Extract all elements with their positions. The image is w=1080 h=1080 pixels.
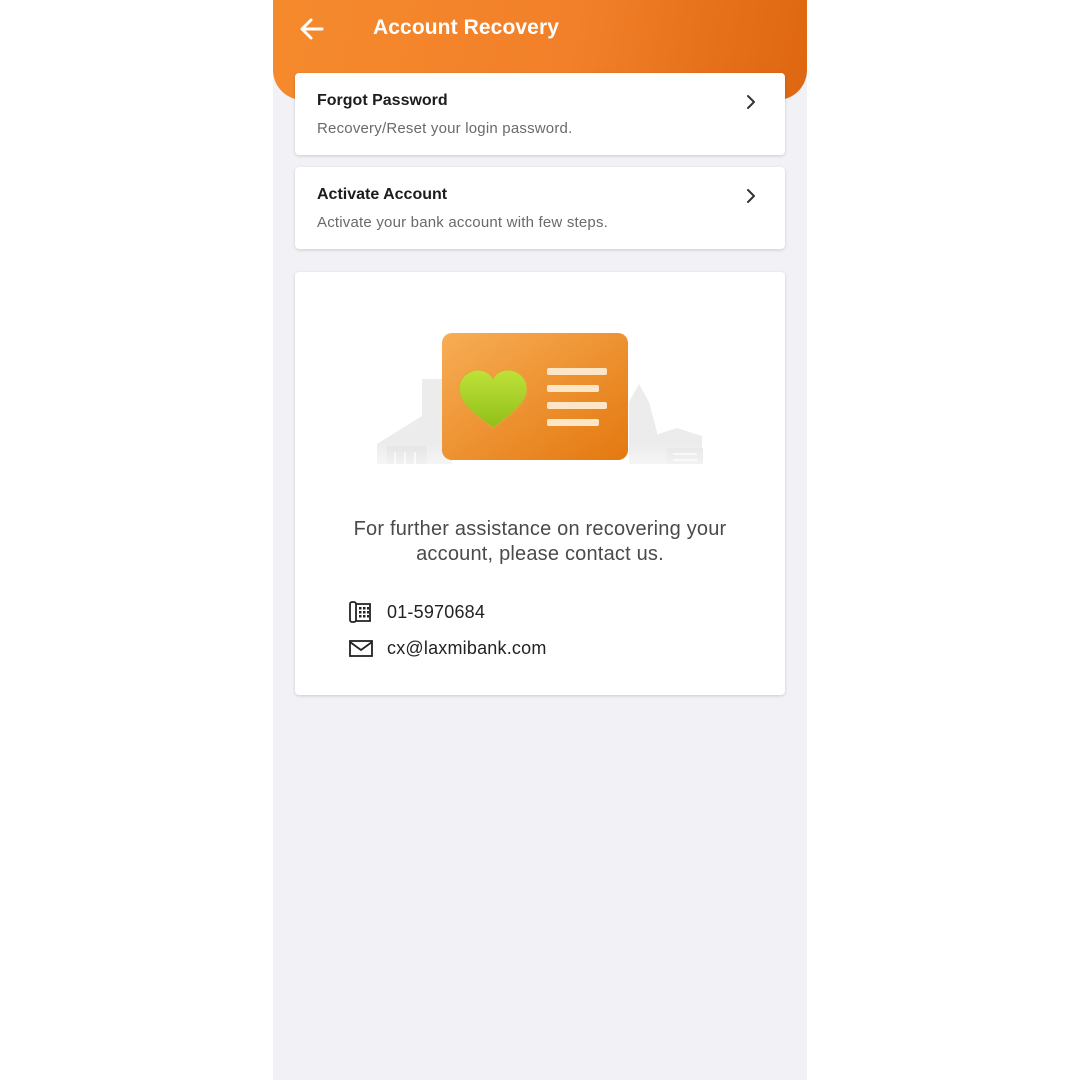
id-card-heart-illustration (367, 333, 717, 484)
phone-number: 01-5970684 (387, 601, 486, 622)
app-screen: Account Recovery Forgot Password Recover… (273, 0, 807, 1080)
arrow-left-icon (300, 18, 324, 40)
forgot-password-card[interactable]: Forgot Password Recovery/Reset your logi… (295, 73, 785, 155)
back-button[interactable] (295, 12, 329, 46)
mail-icon (347, 636, 375, 660)
forgot-password-subtitle: Recovery/Reset your login password. (317, 120, 573, 137)
activate-account-title: Activate Account (317, 186, 448, 203)
chevron-right-icon (747, 95, 755, 109)
assistance-message: For further assistance on recovering you… (353, 518, 727, 565)
telephone-icon (347, 600, 375, 624)
forgot-password-title: Forgot Password (317, 92, 448, 109)
phone-contact[interactable]: 01-5970684 (347, 599, 485, 625)
support-card: For further assistance on recovering you… (295, 272, 785, 695)
activate-account-subtitle: Activate your bank account with few step… (317, 214, 609, 231)
email-address: cx@laxmibank.com (387, 637, 547, 658)
activate-account-card[interactable]: Activate Account Activate your bank acco… (295, 167, 785, 249)
chevron-right-icon (747, 189, 755, 203)
email-contact[interactable]: cx@laxmibank.com (347, 635, 547, 661)
page-title: Account Recovery (373, 16, 559, 39)
